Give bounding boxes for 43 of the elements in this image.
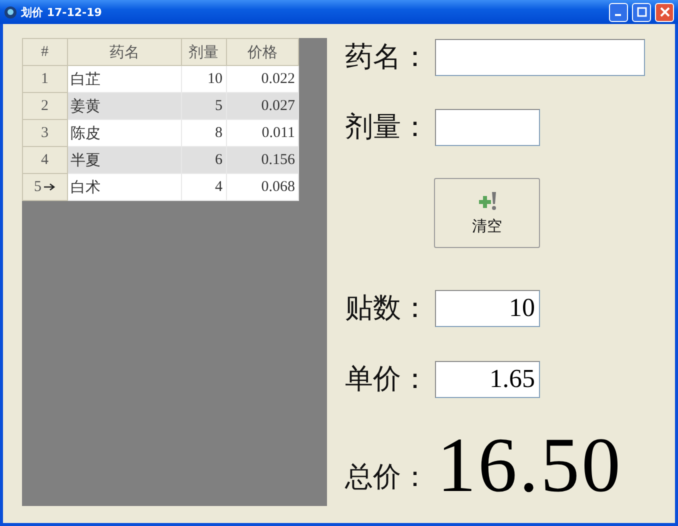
field-label: 贴数： bbox=[345, 292, 430, 326]
field-label: 单价： bbox=[345, 363, 430, 397]
column-header[interactable]: 剂量 bbox=[181, 38, 226, 66]
table-cell: 0.068 bbox=[226, 174, 298, 200]
table-cell: 白芷 bbox=[67, 66, 182, 92]
table-cell: 8 bbox=[181, 120, 226, 146]
plus-exclamation-icon bbox=[476, 190, 498, 212]
table-cell: 6 bbox=[181, 146, 226, 174]
name-field[interactable] bbox=[435, 38, 645, 76]
table-cell: 半夏 bbox=[67, 146, 182, 174]
close-icon bbox=[660, 7, 670, 17]
row-number: 4 bbox=[22, 146, 68, 174]
table-cell: 白术 bbox=[67, 174, 182, 200]
total-label: 总价： bbox=[345, 461, 430, 495]
maximize-icon bbox=[636, 7, 646, 17]
column-header[interactable]: # bbox=[22, 38, 68, 66]
table-cell: 10 bbox=[181, 66, 226, 92]
table-cell: 0.156 bbox=[226, 146, 298, 174]
clear-button[interactable]: 清空 bbox=[434, 178, 540, 248]
table-cell: 姜黄 bbox=[67, 92, 182, 120]
dose-field[interactable] bbox=[435, 108, 540, 146]
total-value: 16.50 bbox=[437, 426, 622, 504]
row-number: 1 bbox=[22, 66, 68, 92]
minimize-button[interactable] bbox=[609, 2, 628, 22]
row-number: 5 bbox=[22, 174, 68, 200]
unit-price-field[interactable]: 1.65 bbox=[435, 360, 540, 398]
close-button[interactable] bbox=[655, 2, 674, 22]
count-field[interactable]: 10 bbox=[435, 290, 540, 326]
window-title: 划价 17-12-19 bbox=[21, 4, 103, 20]
table-cell: 0.022 bbox=[226, 66, 298, 92]
table-cell: 0.027 bbox=[226, 92, 298, 120]
row-number: 3 bbox=[22, 120, 68, 146]
table-cell: 4 bbox=[181, 174, 226, 200]
field-label: 剂量： bbox=[345, 111, 430, 145]
column-header[interactable]: 药名 bbox=[67, 38, 182, 66]
table-cell: 陈皮 bbox=[67, 120, 182, 146]
table-cell: 0.011 bbox=[226, 120, 298, 146]
field-label: 药名： bbox=[345, 41, 430, 75]
row-number: 2 bbox=[22, 92, 68, 120]
column-header[interactable]: 价格 bbox=[226, 38, 298, 66]
app-icon bbox=[4, 6, 17, 18]
table-cell: 5 bbox=[181, 92, 226, 120]
maximize-button[interactable] bbox=[632, 2, 651, 22]
